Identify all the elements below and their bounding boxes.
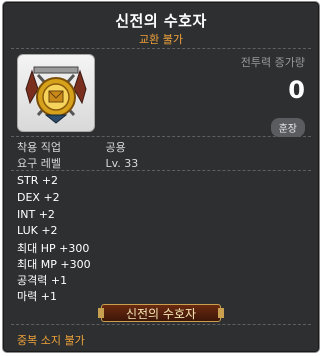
stat-max-mp: 최대 MP +300 [17, 258, 91, 271]
item-icon-frame [17, 54, 95, 132]
divider [11, 136, 311, 137]
stat-magic: 마력 +1 [17, 290, 57, 303]
item-name: 신전의 수호자 [115, 12, 207, 30]
stat-int: INT +2 [17, 208, 55, 221]
stat-luk: LUK +2 [17, 224, 58, 237]
requirement-label: 요구 레벨 [17, 157, 61, 170]
stat-max-hp: 최대 HP +300 [17, 242, 90, 255]
item-tooltip: 신전의 수호자 교환 불가 전투력 증가량 0 훈장 착용 직업 공용 요구 레… [2, 1, 320, 353]
trade-status: 교환 불가 [139, 33, 183, 46]
divider [11, 324, 311, 325]
combat-power-label: 전투력 증가량 [240, 56, 305, 69]
combat-power-value: 0 [288, 76, 305, 104]
requirement-value: 공용 [105, 141, 126, 154]
stat-attack: 공격력 +1 [17, 274, 68, 287]
requirement-level: 요구 레벨 Lv. 33 [17, 155, 138, 171]
footer-note: 중복 소지 불가 [17, 334, 85, 347]
requirement-value: Lv. 33 [105, 157, 139, 170]
requirement-label: 착용 직업 [17, 141, 61, 154]
stat-dex: DEX +2 [17, 191, 60, 204]
medal-name-plate: 신전의 수호자 [98, 304, 224, 322]
stat-str: STR +2 [17, 174, 59, 187]
guardian-emblem-icon [25, 66, 87, 124]
requirement-job: 착용 직업 공용 [17, 139, 126, 155]
divider [11, 170, 311, 171]
medal-badge: 훈장 [270, 118, 305, 137]
divider [11, 48, 311, 49]
